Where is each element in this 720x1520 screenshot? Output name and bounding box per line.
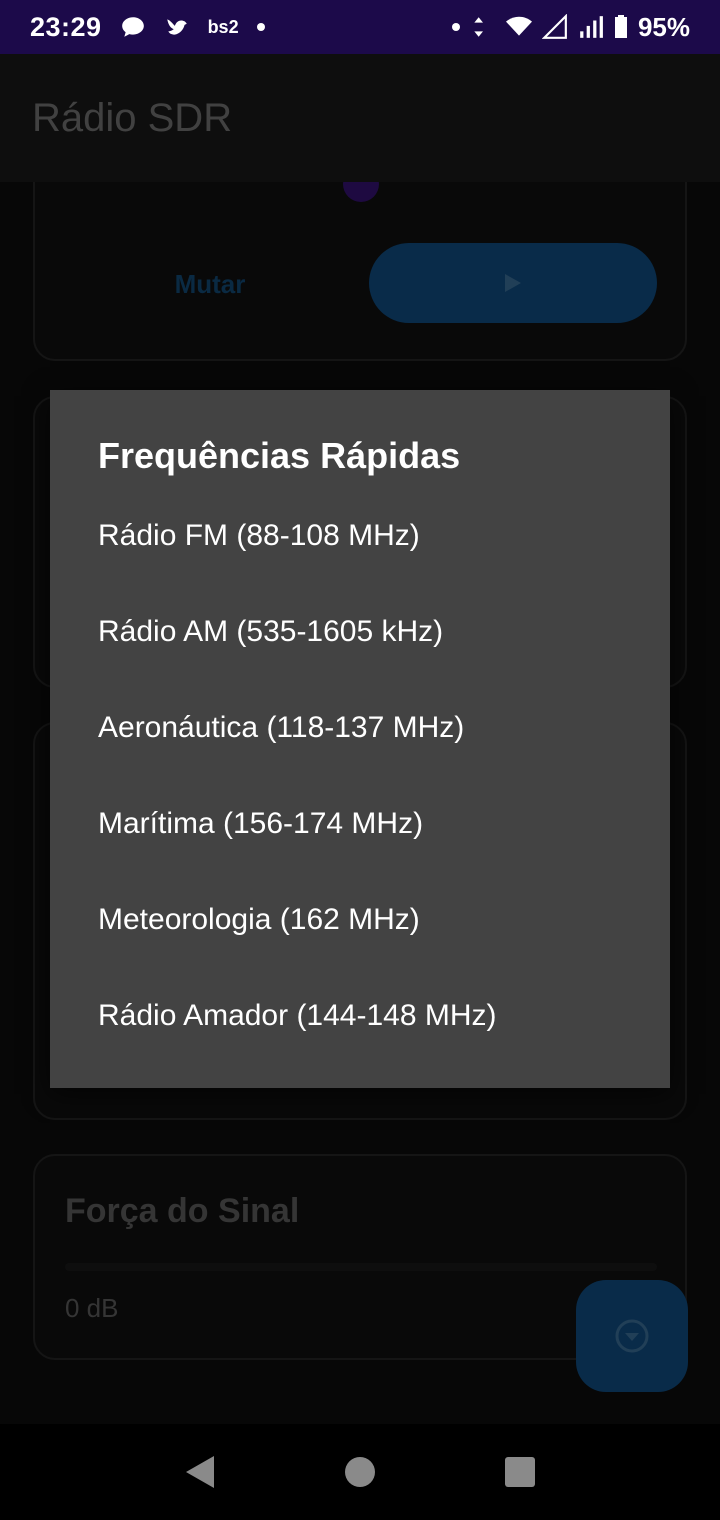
- status-bar: 23:29 bs2 95%: [0, 0, 720, 54]
- wifi-icon: [505, 16, 532, 36]
- dialog-title: Frequências Rápidas: [98, 435, 461, 476]
- battery-percent: 95%: [637, 11, 690, 42]
- notification-dot: [451, 23, 460, 31]
- status-time: 23:29: [30, 11, 102, 42]
- system-nav-bar: [0, 1424, 720, 1520]
- frequency-option[interactable]: Rádio AM (535-1605 kHz): [98, 604, 622, 700]
- recents-button[interactable]: [490, 1442, 550, 1502]
- frequency-list: Rádio FM (88-108 MHz) Rádio AM (535-1605…: [98, 508, 622, 1084]
- signal-icon: [541, 14, 567, 39]
- frequency-option[interactable]: Meteorologia (162 MHz): [98, 892, 622, 988]
- carrier-label: bs2: [207, 16, 239, 37]
- recents-icon: [505, 1457, 535, 1487]
- frequency-option[interactable]: Rádio FM (88-108 MHz): [98, 508, 622, 604]
- home-icon: [345, 1457, 375, 1487]
- signal-bars-icon: [580, 16, 603, 38]
- frequency-option[interactable]: Rádio Amador (144-148 MHz): [98, 988, 622, 1084]
- chat-bubble-icon: [121, 17, 144, 37]
- back-icon: [186, 1456, 214, 1488]
- bird-icon: [166, 19, 187, 35]
- quick-frequencies-dialog: Frequências Rápidas Rádio FM (88-108 MHz…: [50, 390, 670, 1088]
- back-button[interactable]: [170, 1442, 230, 1502]
- battery-icon: [614, 15, 627, 38]
- data-arrows-icon: [474, 17, 483, 37]
- notification-dot: [256, 23, 265, 31]
- frequency-option[interactable]: Aeronáutica (118-137 MHz): [98, 700, 622, 796]
- frequency-option[interactable]: Marítima (156-174 MHz): [98, 796, 622, 892]
- home-button[interactable]: [330, 1442, 390, 1502]
